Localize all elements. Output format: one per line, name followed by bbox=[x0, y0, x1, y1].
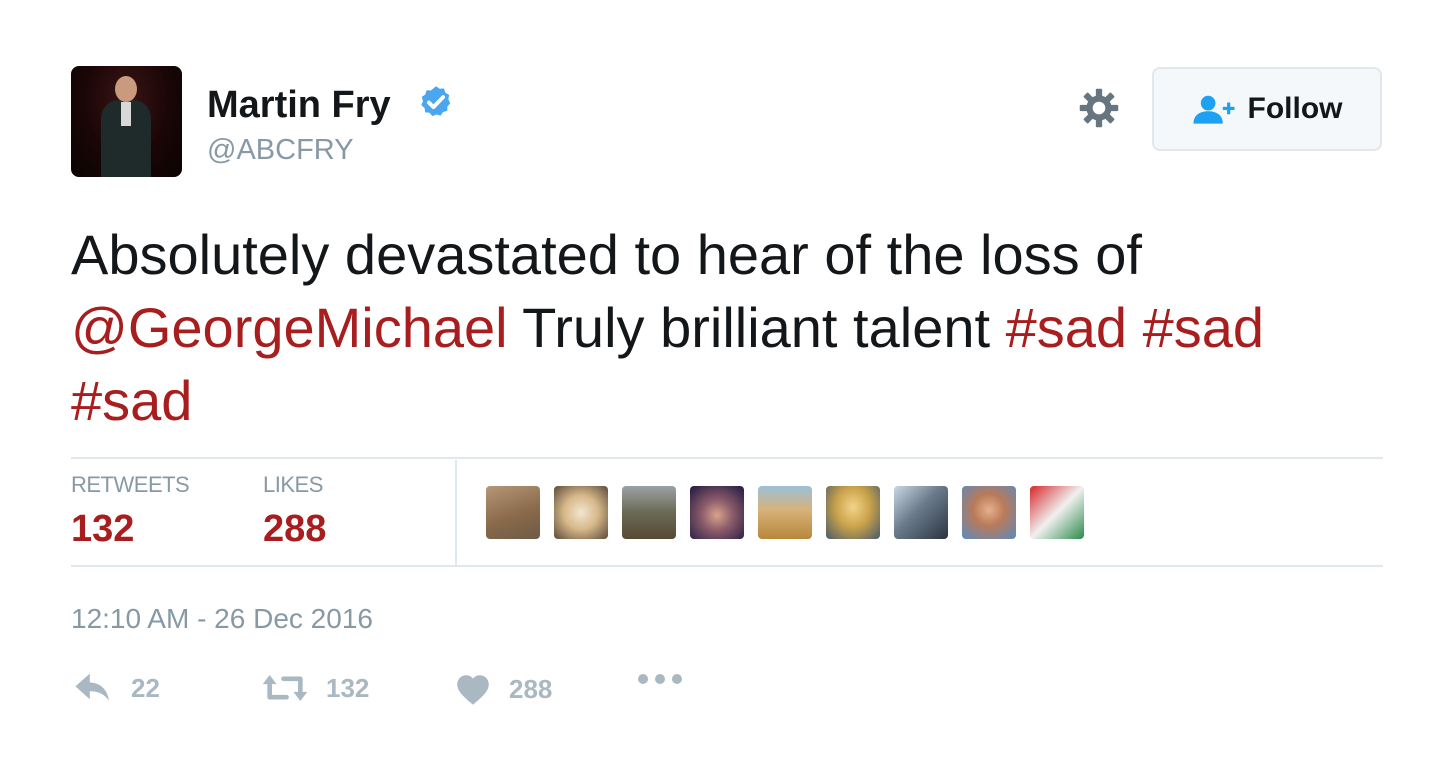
avatar[interactable] bbox=[71, 66, 182, 177]
like-count: 288 bbox=[509, 673, 553, 704]
liker-avatar[interactable] bbox=[758, 486, 812, 539]
avatar-figure-head bbox=[115, 76, 137, 102]
hashtag-link[interactable]: #sad bbox=[1006, 296, 1127, 359]
tweet-text-segment: Truly brilliant talent bbox=[522, 296, 1006, 359]
mention-link[interactable]: @GeorgeMichael bbox=[71, 296, 508, 359]
stats-vertical-divider bbox=[455, 460, 457, 566]
liker-avatar[interactable] bbox=[554, 486, 608, 539]
likes-label: LIKES bbox=[263, 472, 323, 497]
user-name[interactable]: Martin Fry bbox=[207, 84, 391, 127]
verified-badge-icon bbox=[421, 86, 451, 117]
liker-avatar[interactable] bbox=[622, 486, 676, 539]
reply-count: 22 bbox=[131, 672, 160, 703]
retweets-stat[interactable]: RETWEETS 132 bbox=[71, 472, 190, 551]
heart-icon bbox=[457, 675, 489, 705]
tweet-text: Absolutely devastated to hear of the los… bbox=[71, 218, 1391, 437]
liker-avatar[interactable] bbox=[690, 486, 744, 539]
like-action[interactable]: 288 bbox=[455, 672, 552, 706]
user-handle[interactable]: @ABCFRY bbox=[207, 134, 354, 167]
likes-stat[interactable]: LIKES 288 bbox=[263, 472, 326, 551]
more-action[interactable] bbox=[637, 672, 683, 686]
tweet-timestamp[interactable]: 12:10 AM - 26 Dec 2016 bbox=[71, 603, 373, 635]
reply-action[interactable]: 22 bbox=[73, 672, 160, 704]
retweet-icon bbox=[262, 674, 308, 702]
retweets-label: RETWEETS bbox=[71, 472, 190, 497]
liker-avatar[interactable] bbox=[962, 486, 1016, 539]
follow-button[interactable]: Follow bbox=[1152, 67, 1382, 151]
liker-avatar[interactable] bbox=[1030, 486, 1084, 539]
hashtag-link[interactable]: #sad bbox=[71, 369, 192, 432]
likes-count: 288 bbox=[263, 508, 327, 550]
liker-avatar[interactable] bbox=[894, 486, 948, 539]
gear-icon[interactable] bbox=[1078, 87, 1120, 129]
stats-bottom-divider bbox=[71, 565, 1383, 567]
follow-label: Follow bbox=[1247, 92, 1343, 125]
more-icon bbox=[638, 674, 682, 684]
add-user-icon bbox=[1192, 95, 1235, 124]
liker-avatar[interactable] bbox=[826, 486, 880, 539]
hashtag-link[interactable]: #sad bbox=[1143, 296, 1264, 359]
stats-top-divider bbox=[71, 457, 1383, 459]
tweet-text-segment: Absolutely devastated to hear of the los… bbox=[71, 223, 1142, 286]
retweet-count: 132 bbox=[326, 672, 370, 703]
retweets-count: 132 bbox=[71, 508, 135, 550]
avatar-figure-shirt bbox=[121, 102, 131, 126]
liker-avatar[interactable] bbox=[486, 486, 540, 539]
reply-icon bbox=[75, 673, 109, 701]
retweet-action[interactable]: 132 bbox=[262, 672, 369, 704]
